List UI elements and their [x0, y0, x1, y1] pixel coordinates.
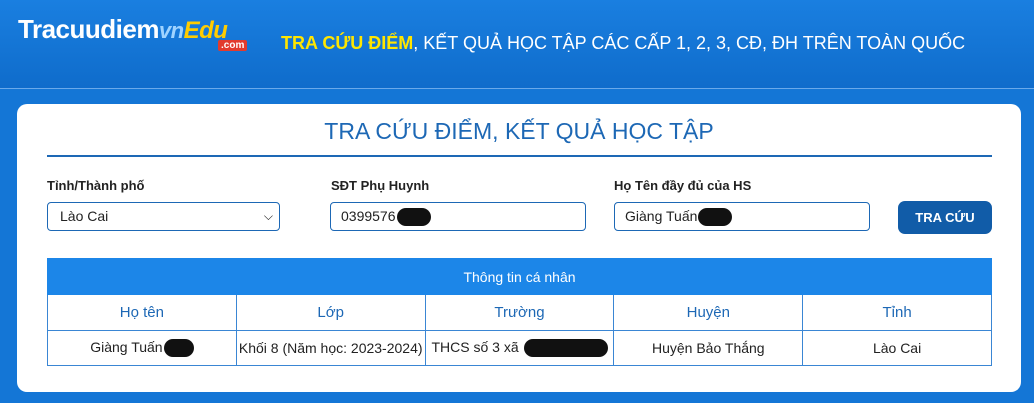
column-header: Tỉnh: [802, 294, 992, 331]
result-table-caption: Thông tin cá nhân: [47, 258, 992, 295]
chevron-down-icon: ⌵: [263, 209, 273, 223]
cell-school-text: THCS số 3 xã: [431, 338, 519, 355]
province-select[interactable]: Lào Cai ⌵: [47, 202, 280, 231]
redaction-mark: [163, 339, 194, 358]
logo-text-vn: vn: [158, 18, 184, 43]
student-name-label: Họ Tên đầy đủ của HS: [614, 178, 752, 193]
redaction-mark: [523, 339, 608, 358]
student-name-input[interactable]: Giàng Tuấn: [614, 202, 870, 231]
site-tagline: TRA CỨU ĐIỂM, KẾT QUẢ HỌC TẬP CÁC CẤP 1,…: [281, 33, 965, 54]
phone-input-value: 0399576: [341, 208, 396, 224]
column-header: Họ tên: [47, 294, 237, 331]
table-header-row: Họ tên Lớp Trường Huyện Tỉnh: [47, 294, 992, 331]
column-header: Lớp: [235, 294, 426, 331]
cell-class: Khối 8 (Năm học: 2023-2024): [235, 330, 426, 366]
redaction-mark: [396, 208, 431, 227]
tagline-highlight: TRA CỨU ĐIỂM: [281, 33, 414, 53]
cell-school: THCS số 3 xã: [424, 330, 615, 366]
column-header: Huyện: [613, 294, 804, 331]
site-header: TracuudiemvnEdu .com TRA CỨU ĐIỂM, KẾT Q…: [0, 0, 1034, 89]
province-label: Tỉnh/Thành phố: [47, 178, 145, 193]
title-divider: [47, 155, 992, 157]
cell-name: Giàng Tuấn: [47, 330, 237, 366]
table-row: Giàng Tuấn Khối 8 (Năm học: 2023-2024) T…: [47, 330, 992, 366]
column-header: Trường: [424, 294, 615, 331]
result-table: Thông tin cá nhân Họ tên Lớp Trường Huyệ…: [47, 258, 992, 366]
logo-text-main: Tracuudiem: [18, 14, 159, 44]
cell-name-text: Giàng Tuấn: [90, 338, 163, 355]
tagline-rest: , KẾT QUẢ HỌC TẬP CÁC CẤP 1, 2, 3, CĐ, Đ…: [413, 33, 966, 53]
cell-province: Lào Cai: [802, 330, 992, 366]
search-button[interactable]: TRA CỨU: [898, 201, 992, 234]
cell-district: Huyện Bảo Thắng: [613, 330, 804, 366]
student-name-input-value: Giàng Tuấn: [625, 208, 698, 224]
page-title: TRA CỨU ĐIỂM, KẾT QUẢ HỌC TẬP: [324, 118, 714, 144]
phone-input[interactable]: 0399576: [330, 202, 586, 231]
search-card: TRA CỨU ĐIỂM, KẾT QUẢ HỌC TẬP Tỉnh/Thành…: [17, 104, 1021, 392]
province-select-value: Lào Cai: [60, 208, 109, 224]
logo-domain: .com: [218, 40, 248, 51]
site-logo[interactable]: TracuudiemvnEdu: [18, 14, 228, 45]
redaction-mark: [698, 208, 733, 227]
phone-label: SĐT Phụ Huynh: [331, 178, 430, 193]
